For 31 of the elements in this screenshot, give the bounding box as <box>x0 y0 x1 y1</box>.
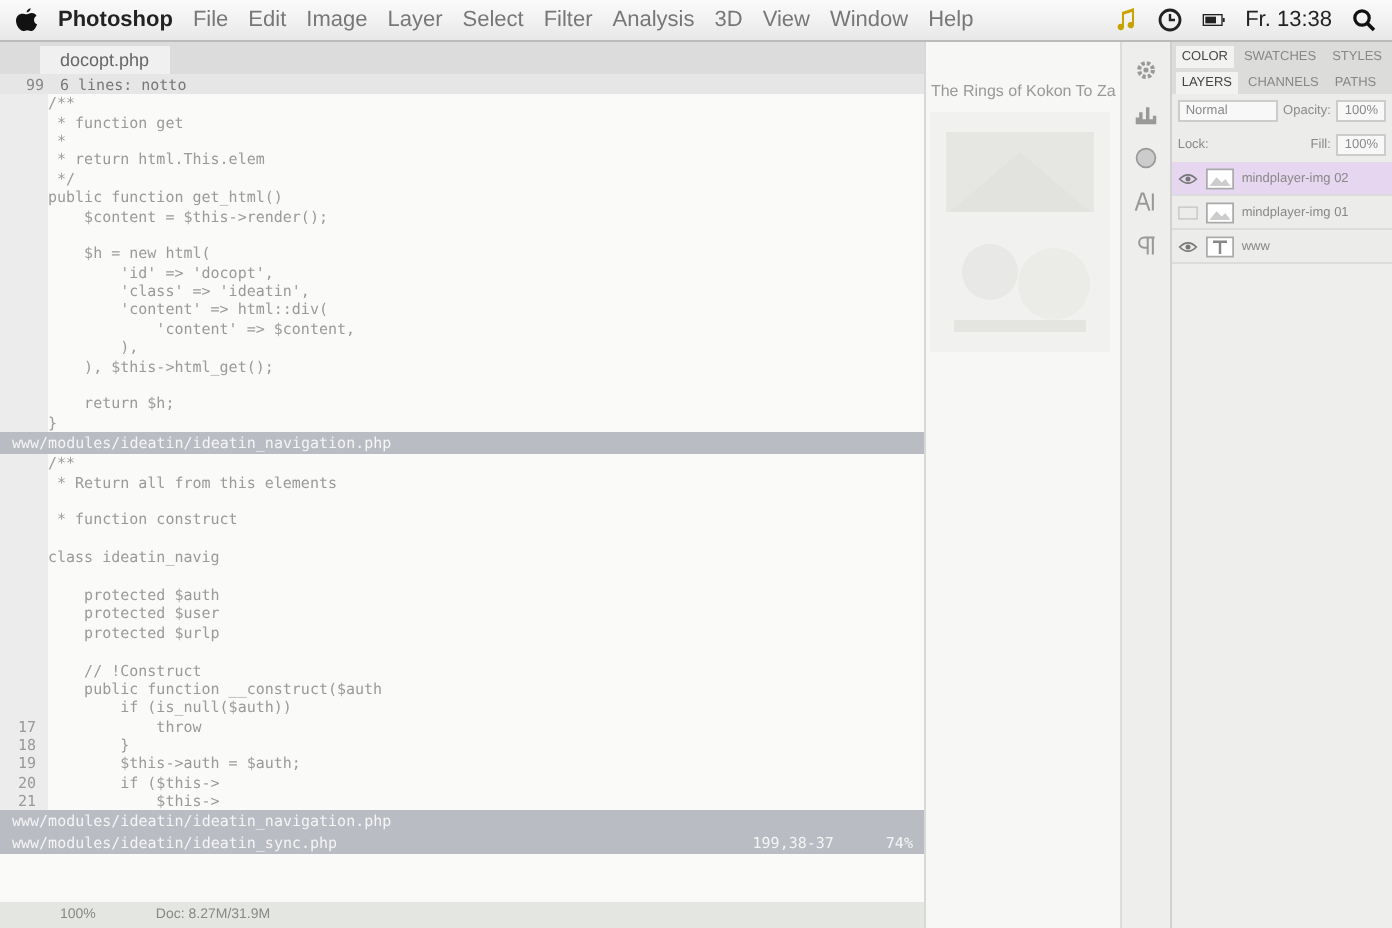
paragraph-icon[interactable] <box>1133 234 1158 258</box>
apple-icon[interactable] <box>16 7 38 33</box>
layer-thumbnail-icon <box>1205 167 1234 189</box>
text-layer-icon <box>1205 235 1234 257</box>
search-icon[interactable] <box>1352 8 1376 32</box>
character-icon[interactable] <box>1133 190 1158 214</box>
menu-item[interactable]: File <box>192 8 229 32</box>
file-tab[interactable]: docopt.php <box>40 46 170 74</box>
menu-item[interactable]: Layer <box>387 8 443 32</box>
histogram-icon[interactable] <box>1133 102 1158 126</box>
gear-icon[interactable] <box>1133 58 1158 82</box>
menu-item[interactable]: 3D <box>714 8 743 32</box>
page-heading: The Rings of Kokon To Za <box>930 82 1118 100</box>
app-menu[interactable]: Photoshop <box>58 8 173 32</box>
menu-item[interactable]: Edit <box>248 8 287 32</box>
empty-visibility-box-icon[interactable] <box>1177 205 1198 219</box>
music-note-icon[interactable] <box>1113 8 1138 32</box>
clock-text: Fr. 13:38 <box>1245 8 1332 32</box>
layer-thumbnail-icon <box>1205 201 1234 223</box>
circle-icon[interactable] <box>1133 146 1158 170</box>
clock-icon[interactable] <box>1157 8 1182 32</box>
menu-item[interactable]: View <box>762 8 810 32</box>
menu-item[interactable]: Select <box>462 8 524 32</box>
eye-icon[interactable] <box>1177 239 1198 253</box>
menu-item[interactable]: Filter <box>543 8 593 32</box>
menu-item[interactable]: Analysis <box>612 8 695 32</box>
menu-item[interactable]: Help <box>928 8 974 32</box>
menu-item[interactable]: Image <box>306 8 368 32</box>
menu-item[interactable]: Window <box>829 8 909 32</box>
battery-icon[interactable] <box>1201 8 1226 32</box>
eye-icon[interactable] <box>1177 171 1198 185</box>
